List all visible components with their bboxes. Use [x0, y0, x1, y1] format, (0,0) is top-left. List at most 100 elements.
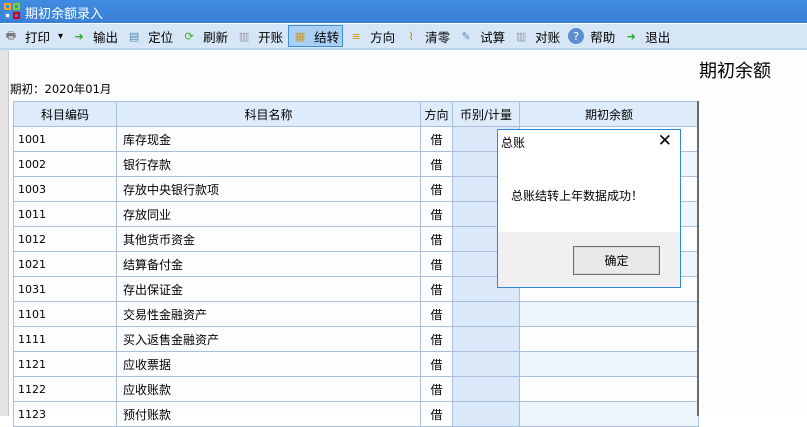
title-bar: 期初余额录入 [0, 0, 807, 23]
account-code-cell[interactable]: 1121 [13, 351, 117, 377]
account-name-cell[interactable]: 应收账款 [116, 376, 421, 402]
direction-icon: ≡ [351, 29, 361, 43]
column-header[interactable]: 币别/计量 [452, 101, 520, 127]
chevron-down-icon[interactable]: ▾ [58, 31, 63, 42]
app-logo-icon [4, 3, 20, 19]
table-row[interactable]: 1111 买入返售金融资产借 [13, 326, 699, 352]
opening-balance-cell[interactable] [519, 326, 699, 352]
direction-cell[interactable]: 借 [420, 376, 453, 402]
toolbar-button-printer[interactable]: 🖶 打印 ▾ [0, 25, 66, 47]
account-code-cell[interactable]: 1002 [13, 151, 117, 177]
export-icon: ➜ [74, 29, 84, 43]
toolbar-button-direction[interactable]: ≡ 方向 [345, 25, 398, 47]
account-name-cell[interactable]: 存出保证金 [116, 276, 421, 302]
ok-button[interactable]: 确定 [573, 246, 660, 275]
currency-cell[interactable] [452, 351, 520, 377]
account-code-cell[interactable]: 1001 [13, 126, 117, 152]
direction-cell[interactable]: 借 [420, 351, 453, 377]
toolbar-label: 试算 [480, 29, 506, 45]
dialog-title: 总账 [501, 136, 526, 150]
table-row[interactable]: 1122 应收账款借 [13, 376, 699, 402]
dialog-message: 总账结转上年数据成功！ [511, 189, 644, 203]
toolbar-button-open-ledger[interactable]: ▥ 开账 [233, 25, 286, 47]
toolbar-button-reconcile[interactable]: ▥ 对账 [510, 25, 563, 47]
account-name-cell[interactable]: 库存现金 [116, 126, 421, 152]
open-ledger-icon: ▥ [238, 29, 250, 43]
account-code-cell[interactable]: 1012 [13, 226, 117, 252]
toolbar-label: 定位 [148, 29, 174, 45]
opening-balance-cell[interactable] [519, 351, 699, 377]
account-code-cell[interactable]: 1111 [13, 326, 117, 352]
opening-balance-cell[interactable] [519, 376, 699, 402]
direction-cell[interactable]: 借 [420, 226, 453, 252]
direction-cell[interactable]: 借 [420, 301, 453, 327]
account-code-cell[interactable]: 1011 [13, 201, 117, 227]
toolbar-button-exit[interactable]: ➜ 退出 [620, 25, 673, 47]
currency-cell[interactable] [452, 401, 520, 427]
direction-cell[interactable]: 借 [420, 151, 453, 177]
toolbar-label: 清零 [425, 29, 451, 45]
account-name-cell[interactable]: 银行存款 [116, 151, 421, 177]
account-name-cell[interactable]: 应收票据 [116, 351, 421, 377]
account-name-cell[interactable]: 预付账款 [116, 401, 421, 427]
currency-cell[interactable] [452, 376, 520, 402]
direction-cell[interactable]: 借 [420, 126, 453, 152]
toolbar-label: 退出 [645, 29, 671, 45]
column-header[interactable]: 期初余额 [519, 101, 699, 127]
account-name-cell[interactable]: 存放中央银行款项 [116, 176, 421, 202]
printer-icon: 🖶 [5, 28, 17, 42]
direction-cell[interactable]: 借 [420, 276, 453, 302]
toolbar-button-export[interactable]: ➜ 输出 [68, 25, 121, 47]
toolbar-label: 输出 [93, 29, 119, 45]
locate-icon: ▤ [128, 29, 140, 43]
account-code-cell[interactable]: 1123 [13, 401, 117, 427]
toolbar-label: 打印 [25, 29, 51, 45]
opening-balance-cell[interactable] [519, 301, 699, 327]
opening-balance-cell[interactable] [519, 401, 699, 427]
toolbar-button-trial-balance[interactable]: ✎ 试算 [455, 25, 508, 47]
reconcile-icon: ▥ [515, 29, 527, 43]
toolbar: 🖶 打印 ▾ ➜ 输出 ▤ 定位 ⟳ 刷新 ▥ 开账 ▦ 结转 ≡ 方向 ⌇ 清零 ✎ 试算 ▥ 对账? 帮助 ➜ 退出 [0, 24, 807, 50]
help-icon: ? [568, 28, 585, 44]
toolbar-label: 对账 [535, 29, 561, 45]
toolbar-button-broom[interactable]: ⌇ 清零 [400, 25, 453, 47]
column-header[interactable]: 科目编码 [13, 101, 117, 127]
dialog-footer: 确定 [498, 232, 680, 287]
refresh-icon: ⟳ [184, 29, 194, 43]
account-code-cell[interactable]: 1122 [13, 376, 117, 402]
account-code-cell[interactable]: 1101 [13, 301, 117, 327]
column-header[interactable]: 科目名称 [116, 101, 421, 127]
account-code-cell[interactable]: 1021 [13, 251, 117, 277]
grid-right-border [697, 101, 699, 416]
currency-cell[interactable] [452, 301, 520, 327]
toolbar-button-refresh[interactable]: ⟳ 刷新 [178, 25, 231, 47]
account-name-cell[interactable]: 交易性金融资产 [116, 301, 421, 327]
table-row[interactable]: 1121 应收票据借 [13, 351, 699, 377]
account-name-cell[interactable]: 买入返售金融资产 [116, 326, 421, 352]
table-row[interactable]: 1123 预付账款借 [13, 401, 699, 427]
account-name-cell[interactable]: 结算备付金 [116, 251, 421, 277]
broom-icon: ⌇ [408, 29, 414, 43]
table-row[interactable]: 1101 交易性金融资产借 [13, 301, 699, 327]
toolbar-label: 结转 [314, 29, 340, 45]
close-icon[interactable]: ✕ [658, 131, 672, 151]
direction-cell[interactable]: 借 [420, 176, 453, 202]
toolbar-button-locate[interactable]: ▤ 定位 [123, 25, 176, 47]
account-code-cell[interactable]: 1031 [13, 276, 117, 302]
left-splitter[interactable] [0, 50, 9, 416]
account-code-cell[interactable]: 1003 [13, 176, 117, 202]
direction-cell[interactable]: 借 [420, 401, 453, 427]
direction-cell[interactable]: 借 [420, 326, 453, 352]
exit-icon: ➜ [626, 29, 636, 43]
account-name-cell[interactable]: 其他货币资金 [116, 226, 421, 252]
direction-cell[interactable]: 借 [420, 201, 453, 227]
page-heading: 期初余额 [699, 61, 771, 82]
toolbar-button-carry-forward[interactable]: ▦ 结转 [288, 25, 344, 47]
currency-cell[interactable] [452, 326, 520, 352]
direction-cell[interactable]: 借 [420, 251, 453, 277]
account-name-cell[interactable]: 存放同业 [116, 201, 421, 227]
carry-forward-icon: ▦ [294, 29, 306, 43]
toolbar-button-help[interactable]: ? 帮助 [565, 25, 618, 47]
column-header[interactable]: 方向 [420, 101, 453, 127]
toolbar-label: 方向 [370, 29, 396, 45]
